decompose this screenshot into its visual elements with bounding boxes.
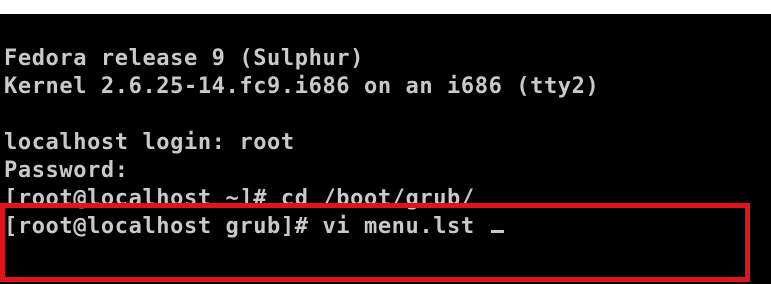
os-release-line: Fedora release 9 (Sulphur) [4,46,364,71]
terminal-screen[interactable]: Fedora release 9 (Sulphur) Kernel 2.6.25… [0,14,771,284]
password-prompt-line: Password: [4,158,129,183]
highlight-box [0,203,750,282]
login-prompt-line: localhost login: root [4,130,295,155]
kernel-info-line: Kernel 2.6.25-14.fc9.i686 on an i686 (tt… [4,74,600,99]
